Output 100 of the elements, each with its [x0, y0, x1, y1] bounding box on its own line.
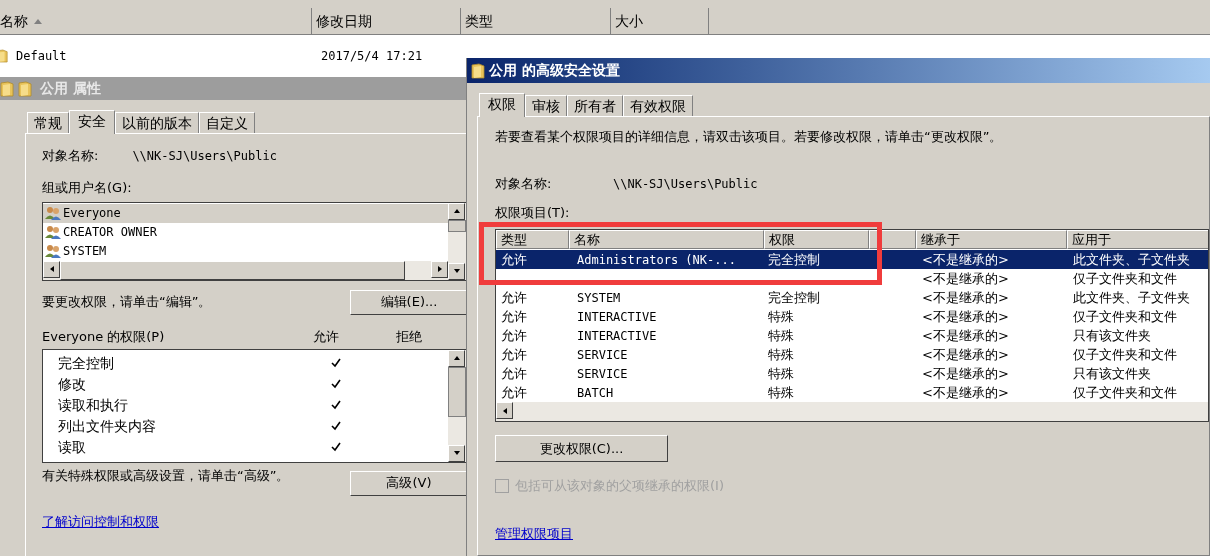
- down-arrow-icon: [452, 267, 461, 275]
- applies-to-cell-text: 只有该文件夹: [1072, 326, 1151, 345]
- scroll-arrow-button[interactable]: [431, 260, 448, 278]
- inherited-from-cell-text: <不是继承的>: [921, 326, 1010, 345]
- column-label: 名称: [0, 11, 28, 31]
- push-button[interactable]: 编辑(E)...: [350, 289, 468, 315]
- object-name-value: \\NK-SJ\Users\Public: [613, 175, 758, 193]
- scroll-arrow-button[interactable]: [448, 349, 465, 367]
- inherited-from-cell-text: <不是继承的>: [921, 364, 1010, 383]
- column-header[interactable]: 应用于: [1067, 230, 1208, 249]
- tab[interactable]: 有效权限: [623, 95, 693, 116]
- type-cell-text: 允许: [500, 383, 528, 402]
- type-cell-text: 允许: [500, 326, 528, 345]
- applies-to-cell-text: 仅子文件夹和文件: [1072, 345, 1177, 364]
- applies-to-cell-text: 此文件夹、子文件夹: [1072, 250, 1190, 269]
- inherited-from-cell-text: <不是继承的>: [921, 269, 1010, 288]
- scroll-arrow-button[interactable]: [448, 444, 465, 462]
- inherited-from-cell-text: <不是继承的>: [921, 307, 1010, 326]
- inherited-from-cell-text: <不是继承的>: [921, 288, 1010, 307]
- deny-column-label: 拒绝: [396, 327, 422, 346]
- permission-entry-row[interactable]: 允许 Administrators (NK-... 完全控制 <不是继承的> 此文件夹、子文件夹: [496, 250, 1208, 269]
- name-cell-text: INTERACTIVE: [576, 327, 658, 345]
- scroll-arrow-button[interactable]: [43, 260, 60, 278]
- inherited-from-cell-text: <不是继承的>: [921, 250, 1010, 269]
- column-header[interactable]: 名称: [0, 8, 312, 34]
- applies-to-cell-text: 只有该文件夹: [1072, 364, 1151, 383]
- type-cell-text: 允许: [500, 345, 528, 364]
- tab[interactable]: 审核: [525, 95, 567, 116]
- tab[interactable]: 所有者: [567, 95, 623, 116]
- entries-label: 权限项目(T):: [495, 203, 571, 222]
- checkmark-icon: [331, 400, 341, 410]
- checkmark-icon: [331, 358, 341, 368]
- scroll-arrow-button[interactable]: [448, 262, 465, 280]
- down-arrow-icon: [452, 449, 461, 457]
- users-icon: [45, 205, 61, 221]
- help-link[interactable]: 了解访问控制和权限: [42, 511, 159, 531]
- column-header[interactable]: 类型: [496, 230, 569, 249]
- applies-to-cell-text: 此文件夹、子文件夹: [1072, 288, 1190, 307]
- permission-cell-text: 特殊: [767, 364, 795, 383]
- permission-entry-row[interactable]: 允许 INTERACTIVE 特殊 <不是继承的> 只有该文件夹: [496, 326, 1208, 345]
- column-header[interactable]: 继承于: [916, 230, 1067, 249]
- permissions-label: Everyone 的权限(P): [42, 327, 166, 346]
- name-cell-text: SERVICE: [576, 346, 629, 364]
- type-cell-text: 允许: [500, 250, 528, 269]
- object-name-value: \\NK-SJ\Users\Public: [132, 148, 277, 165]
- permission-cell-text: 完全控制: [767, 250, 821, 269]
- info-text: 若要查看某个权限项目的详细信息，请双击该项目。若要修改权限，请单击“更改权限”。: [495, 128, 1004, 146]
- column-header[interactable]: 大小: [611, 8, 709, 34]
- window-title: 公用 的高级安全设置: [489, 61, 620, 80]
- name-cell-text: BATCH: [576, 384, 615, 402]
- permission-entry-row[interactable]: <不是继承的> 仅子文件夹和文件: [496, 269, 1208, 288]
- advanced-hint: 有关特殊权限或高级设置，请单击“高级”。: [42, 468, 291, 485]
- permission-entry-row[interactable]: 允许 SYSTEM 完全控制 <不是继承的> 此文件夹、子文件夹: [496, 288, 1208, 307]
- scroll-thumb[interactable]: [448, 366, 466, 417]
- applies-to-cell-text: 仅子文件夹和文件: [1072, 383, 1177, 402]
- applies-to-cell-text: 仅子文件夹和文件: [1072, 269, 1177, 288]
- tab[interactable]: 安全: [69, 110, 115, 134]
- name-cell-text: SYSTEM: [576, 289, 622, 307]
- manage-entries-link[interactable]: 管理权限项目: [495, 523, 573, 543]
- push-button[interactable]: 更改权限(C)...: [495, 435, 668, 462]
- permission-entry-row[interactable]: 允许 INTERACTIVE 特殊 <不是继承的> 仅子文件夹和文件: [496, 307, 1208, 326]
- permission-cell-text: 特殊: [767, 326, 795, 345]
- permission-name: 完全控制: [58, 353, 115, 373]
- tab[interactable]: 权限: [479, 93, 525, 117]
- permission-name: 列出文件夹内容: [58, 416, 157, 436]
- permission-cell-text: 完全控制: [767, 288, 821, 307]
- window-title: 公用 属性: [40, 79, 101, 98]
- push-button[interactable]: 高级(V): [350, 470, 468, 496]
- permission-name: 修改: [58, 374, 87, 394]
- group-item[interactable]: SYSTEM: [43, 241, 448, 261]
- permission-entry-row[interactable]: 允许 SERVICE 特殊 <不是继承的> 只有该文件夹: [496, 364, 1208, 383]
- permission-cell-text: 特殊: [767, 307, 795, 326]
- name-cell-text: INTERACTIVE: [576, 308, 658, 326]
- modified-date: 2017/5/4 17:21: [320, 48, 423, 65]
- column-label: 大小: [615, 11, 643, 31]
- type-cell-text: 允许: [500, 307, 528, 326]
- checkmark-icon: [331, 379, 341, 389]
- column-header[interactable]: 类型: [461, 8, 611, 34]
- permission-entry-row[interactable]: 允许 BATCH 特殊 <不是继承的> 仅子文件夹和文件: [496, 383, 1208, 402]
- tab[interactable]: 常规: [27, 112, 69, 133]
- column-label: 类型: [465, 11, 493, 31]
- scroll-arrow-button[interactable]: [448, 202, 465, 220]
- type-cell-text: 允许: [500, 288, 528, 307]
- file-name: Default: [16, 48, 67, 65]
- tab[interactable]: 以前的版本: [115, 112, 199, 133]
- up-arrow-icon: [452, 207, 461, 215]
- column-header[interactable]: 名称: [569, 230, 764, 249]
- folder-icon: [0, 79, 14, 98]
- column-header[interactable]: 修改日期: [312, 8, 461, 34]
- scroll-arrow-button[interactable]: [496, 402, 513, 419]
- users-icon: [45, 243, 61, 259]
- tab[interactable]: 自定义: [199, 112, 255, 133]
- group-item[interactable]: CREATOR OWNER: [43, 222, 448, 242]
- column-label: 修改日期: [316, 11, 372, 31]
- permission-entry-row[interactable]: 允许 SERVICE 特殊 <不是继承的> 仅子文件夹和文件: [496, 345, 1208, 364]
- group-item[interactable]: Everyone: [43, 203, 448, 223]
- permission-name: 读取: [58, 437, 87, 457]
- column-header[interactable]: 权限: [764, 230, 869, 249]
- permission-cell-text: 特殊: [767, 383, 795, 402]
- checkmark-icon: [331, 421, 341, 431]
